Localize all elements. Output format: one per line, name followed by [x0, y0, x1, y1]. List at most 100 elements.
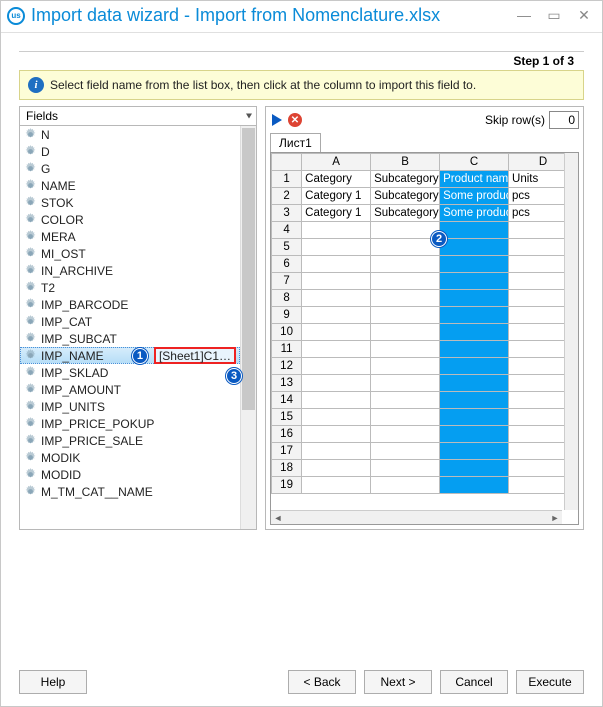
grid-cell[interactable] [302, 392, 371, 409]
grid-cell[interactable] [302, 477, 371, 494]
fields-header[interactable]: Fields [20, 107, 256, 126]
execute-button[interactable]: Execute [516, 670, 584, 694]
row-header[interactable]: 11 [272, 341, 302, 358]
maximize-button[interactable]: ▭ [546, 7, 562, 24]
grid-cell[interactable]: Some product [440, 188, 509, 205]
close-button[interactable]: ✕ [576, 7, 592, 24]
grid-cell[interactable] [371, 324, 440, 341]
grid-cell[interactable] [302, 273, 371, 290]
grid-cell[interactable] [371, 477, 440, 494]
grid-cell[interactable] [371, 239, 440, 256]
field-row[interactable]: IMP_CAT [20, 313, 240, 330]
back-button[interactable]: < Back [288, 670, 356, 694]
grid-cell[interactable] [440, 290, 509, 307]
field-row[interactable]: IMP_PRICE_POKUP [20, 415, 240, 432]
grid-cell[interactable] [302, 460, 371, 477]
next-button[interactable]: Next > [364, 670, 432, 694]
row-header[interactable]: 15 [272, 409, 302, 426]
grid-cell[interactable] [440, 307, 509, 324]
col-header[interactable]: A [302, 154, 371, 171]
grid-cell[interactable] [371, 290, 440, 307]
grid-cell[interactable] [371, 307, 440, 324]
field-row[interactable]: IMP_BARCODE [20, 296, 240, 313]
grid-cell[interactable]: Category 1 [302, 205, 371, 222]
grid-cell[interactable] [371, 256, 440, 273]
grid-cell[interactable] [440, 443, 509, 460]
col-header[interactable]: C [440, 154, 509, 171]
grid-cell[interactable] [302, 290, 371, 307]
grid-cell[interactable]: Category [302, 171, 371, 188]
grid-cell[interactable]: Subcategory [371, 171, 440, 188]
col-header[interactable]: B [371, 154, 440, 171]
grid-cell[interactable] [371, 443, 440, 460]
grid-cell[interactable] [440, 409, 509, 426]
field-row[interactable]: D [20, 143, 240, 160]
row-header[interactable]: 2 [272, 188, 302, 205]
spreadsheet-grid[interactable]: ABCD1CategorySubcategoryProduct nameUnit… [270, 152, 579, 525]
grid-cell[interactable] [440, 256, 509, 273]
help-button[interactable]: Help [19, 670, 87, 694]
field-row[interactable]: MERA [20, 228, 240, 245]
field-row[interactable]: T2 [20, 279, 240, 296]
row-header[interactable]: 10 [272, 324, 302, 341]
row-header[interactable]: 18 [272, 460, 302, 477]
grid-cell[interactable] [302, 426, 371, 443]
row-header[interactable]: 1 [272, 171, 302, 188]
row-header[interactable]: 12 [272, 358, 302, 375]
field-row[interactable]: N [20, 126, 240, 143]
grid-cell[interactable] [371, 273, 440, 290]
grid-cell[interactable]: Subcategory [371, 188, 440, 205]
row-header[interactable]: 9 [272, 307, 302, 324]
row-header[interactable]: 4 [272, 222, 302, 239]
field-row[interactable]: MODIK [20, 449, 240, 466]
field-row[interactable]: IMP_PRICE_SALE [20, 432, 240, 449]
field-row[interactable]: MODID [20, 466, 240, 483]
grid-cell[interactable]: Product name [440, 171, 509, 188]
field-row[interactable]: G [20, 160, 240, 177]
row-header[interactable]: 13 [272, 375, 302, 392]
stop-icon[interactable]: ✕ [288, 113, 302, 127]
grid-cell[interactable] [302, 324, 371, 341]
field-row[interactable]: IMP_NAME1[Sheet1]C1… [20, 347, 240, 364]
field-row[interactable]: MI_OST [20, 245, 240, 262]
field-row[interactable]: IMP_SUBCAT [20, 330, 240, 347]
grid-cell[interactable] [440, 358, 509, 375]
grid-cell[interactable]: Subcategory [371, 205, 440, 222]
grid-cell[interactable] [440, 273, 509, 290]
sheet-tab[interactable]: Лист1 [270, 133, 321, 152]
row-header[interactable]: 8 [272, 290, 302, 307]
grid-cell[interactable]: Some product [440, 205, 509, 222]
grid-cell[interactable] [440, 426, 509, 443]
row-header[interactable]: 19 [272, 477, 302, 494]
row-header[interactable]: 14 [272, 392, 302, 409]
field-row[interactable]: NAME [20, 177, 240, 194]
row-header[interactable]: 6 [272, 256, 302, 273]
fields-list[interactable]: NDGNAMESTOKCOLORMERAMI_OSTIN_ARCHIVET2IM… [20, 126, 256, 529]
row-header[interactable]: 3 [272, 205, 302, 222]
grid-cell[interactable] [440, 477, 509, 494]
grid-cell[interactable] [440, 341, 509, 358]
minimize-button[interactable]: — [516, 7, 532, 24]
grid-cell[interactable] [302, 222, 371, 239]
grid-cell[interactable]: Category 1 [302, 188, 371, 205]
cancel-button[interactable]: Cancel [440, 670, 508, 694]
grid-cell[interactable] [371, 460, 440, 477]
grid-cell[interactable] [440, 392, 509, 409]
grid-cell[interactable] [440, 239, 509, 256]
grid-cell[interactable] [302, 341, 371, 358]
grid-cell[interactable] [440, 460, 509, 477]
grid-cell[interactable] [371, 426, 440, 443]
field-row[interactable]: IMP_SKLAD [20, 364, 240, 381]
grid-cell[interactable] [440, 375, 509, 392]
field-row[interactable]: IMP_AMOUNT [20, 381, 240, 398]
grid-cell[interactable] [302, 239, 371, 256]
grid-cell[interactable] [371, 341, 440, 358]
field-row[interactable]: COLOR [20, 211, 240, 228]
grid-cell[interactable] [440, 324, 509, 341]
row-header[interactable]: 16 [272, 426, 302, 443]
grid-vscrollbar[interactable] [564, 153, 578, 510]
fields-scrollbar[interactable] [240, 126, 256, 529]
grid-hscrollbar[interactable]: ◄ ► [271, 510, 562, 524]
grid-cell[interactable] [440, 222, 509, 239]
row-header[interactable]: 7 [272, 273, 302, 290]
